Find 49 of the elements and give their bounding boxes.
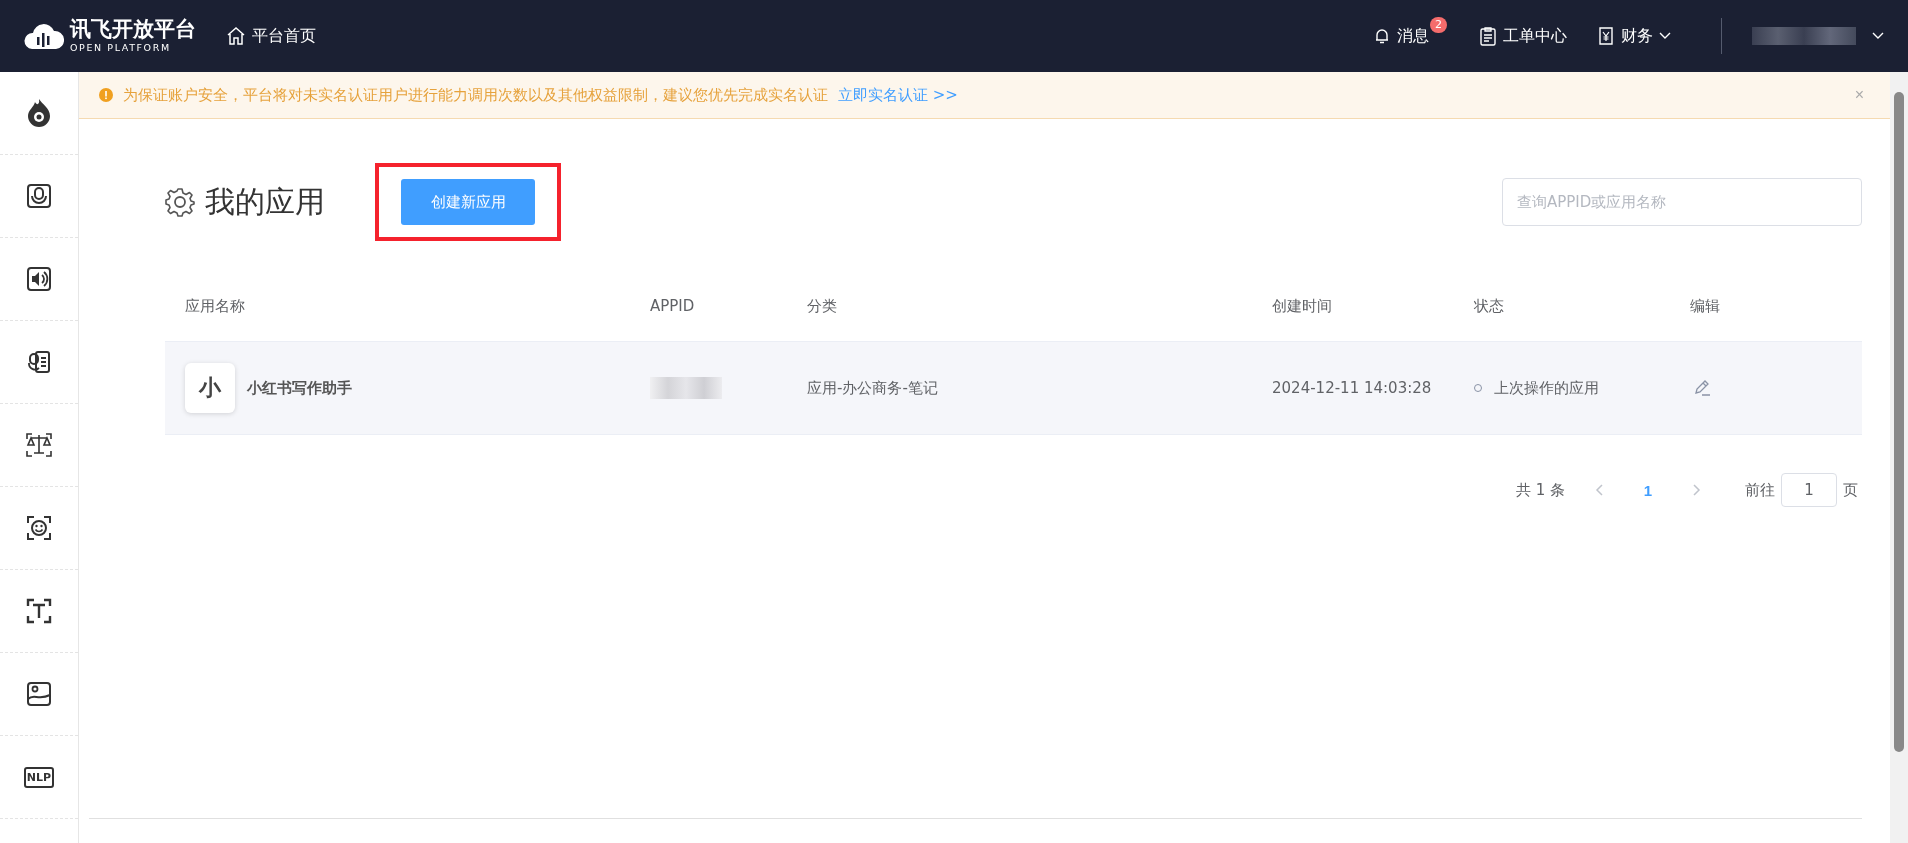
column-header: APPID	[649, 297, 696, 315]
finance-menu[interactable]: 财务	[1597, 25, 1671, 47]
face-scan-icon	[26, 515, 52, 541]
pencil-icon	[1692, 378, 1712, 398]
yen-document-icon	[1597, 26, 1615, 46]
home-link[interactable]: 平台首页	[226, 25, 316, 47]
clipboard-icon	[1479, 26, 1497, 46]
speaker-icon	[26, 266, 52, 292]
gear-icon	[165, 187, 195, 217]
column-header: 状态	[1473, 296, 1505, 316]
chevron-down-icon	[1872, 32, 1884, 40]
app-avatar: 小	[185, 363, 235, 413]
table-cell-text: 2024-12-11 14:03:28	[1271, 379, 1433, 397]
ticket-center-link[interactable]: 工单中心	[1479, 25, 1567, 47]
page-suffix: 页	[1843, 480, 1858, 500]
scrollbar[interactable]	[1890, 72, 1908, 843]
goto-label: 前往	[1745, 480, 1775, 500]
balance-scale-icon	[25, 432, 53, 458]
column-header: 应用名称	[184, 296, 246, 316]
status-text: 上次操作的应用	[1494, 378, 1599, 398]
image-icon	[26, 681, 52, 707]
flame-icon	[26, 98, 52, 128]
blurred-appid	[650, 377, 722, 399]
warning-icon	[99, 88, 113, 102]
sidebar-item[interactable]: NLP	[0, 736, 78, 819]
chevron-left-icon	[1595, 484, 1603, 496]
search-field[interactable]: 查询APPID或应用名称	[1502, 178, 1862, 226]
total-count: 共 1 条	[1515, 480, 1565, 500]
user-menu[interactable]	[1752, 27, 1884, 45]
notice-text: 为保证账户安全，平台将对未实名认证用户进行能力调用次数以及其他权益限制，建议您优先完成实名认证	[123, 85, 828, 105]
bell-icon	[1373, 27, 1391, 45]
nlp-icon: NLP	[23, 766, 55, 788]
column-header: 编辑	[1689, 296, 1721, 316]
microphone-icon	[26, 183, 52, 209]
column-header: 分类	[806, 296, 838, 316]
scrollbar-thumb[interactable]	[1894, 92, 1904, 752]
page-input[interactable]: 1	[1781, 473, 1837, 507]
home-icon	[226, 26, 246, 46]
logo-title: 讯飞开放平台	[70, 19, 196, 41]
table-cell-text: 应用-办公商务-笔记	[806, 378, 939, 398]
app-name: 小红书写作助手	[247, 378, 352, 398]
text-scan-icon	[26, 598, 52, 624]
document-reader-icon	[26, 349, 52, 375]
chevron-down-icon	[1659, 32, 1671, 40]
column-header: 创建时间	[1271, 296, 1333, 316]
chevron-right-icon	[1693, 484, 1701, 496]
message-count-badge: 2	[1430, 16, 1447, 33]
logo-subtitle: OPEN PLATFORM	[70, 43, 172, 53]
page-title: 我的应用	[205, 182, 325, 221]
